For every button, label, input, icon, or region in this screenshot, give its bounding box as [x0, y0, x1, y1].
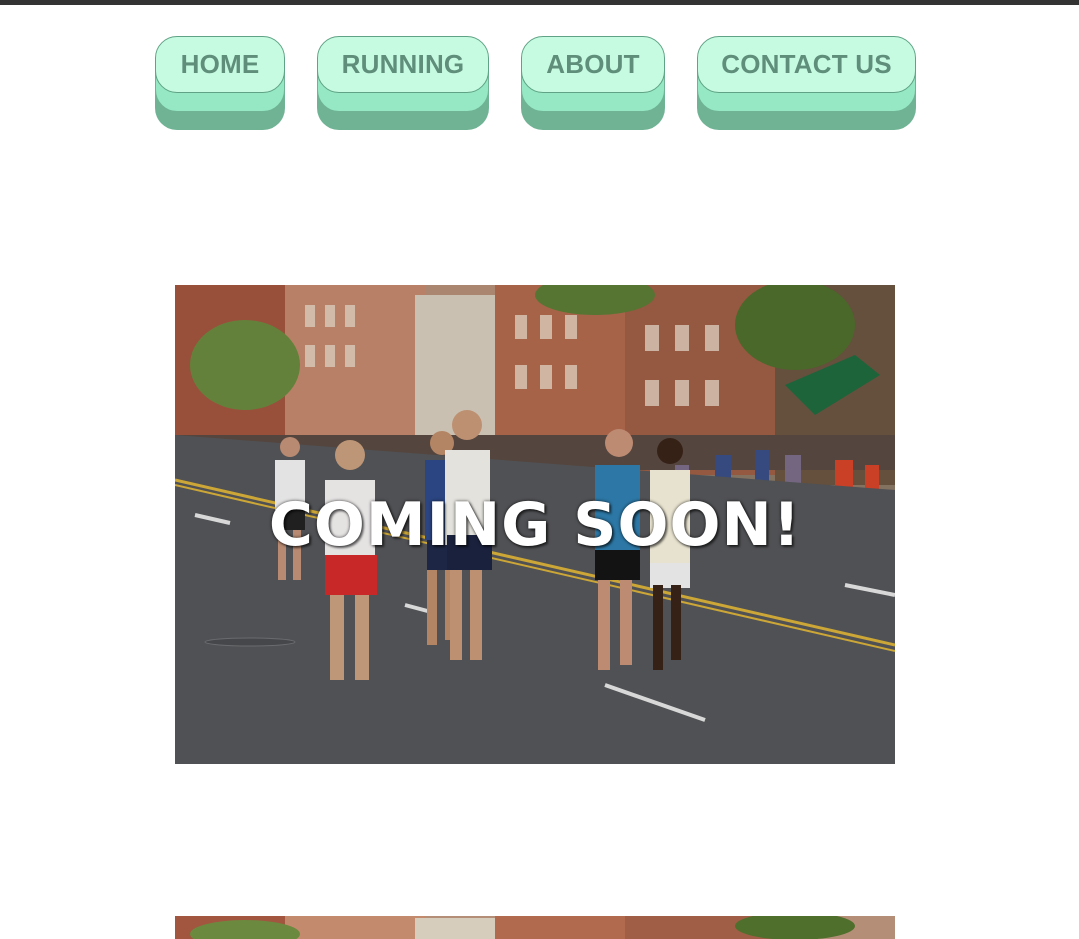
second-hero-image — [175, 916, 895, 939]
button-face: HOME — [155, 36, 285, 93]
nav-button-label: RUNNING — [341, 49, 465, 79]
coming-soon-text: COMING SOON! — [268, 490, 802, 560]
button-face: ABOUT — [521, 36, 665, 93]
nav-button-running[interactable]: RUNNING — [317, 36, 489, 130]
button-face: CONTACT US — [697, 36, 916, 93]
nav-button-label: CONTACT US — [721, 49, 892, 79]
top-bar — [0, 0, 1079, 5]
nav-button-about[interactable]: ABOUT — [521, 36, 665, 130]
hero-banner: COMING SOON! — [175, 285, 895, 764]
nav-button-label: ABOUT — [546, 49, 640, 79]
nav-button-contact-us[interactable]: CONTACT US — [697, 36, 916, 130]
nav-button-label: HOME — [180, 49, 260, 79]
main-navigation: HOME RUNNING ABOUT CONTACT US — [0, 36, 1079, 132]
nav-button-home[interactable]: HOME — [155, 36, 285, 130]
button-face: RUNNING — [317, 36, 489, 93]
